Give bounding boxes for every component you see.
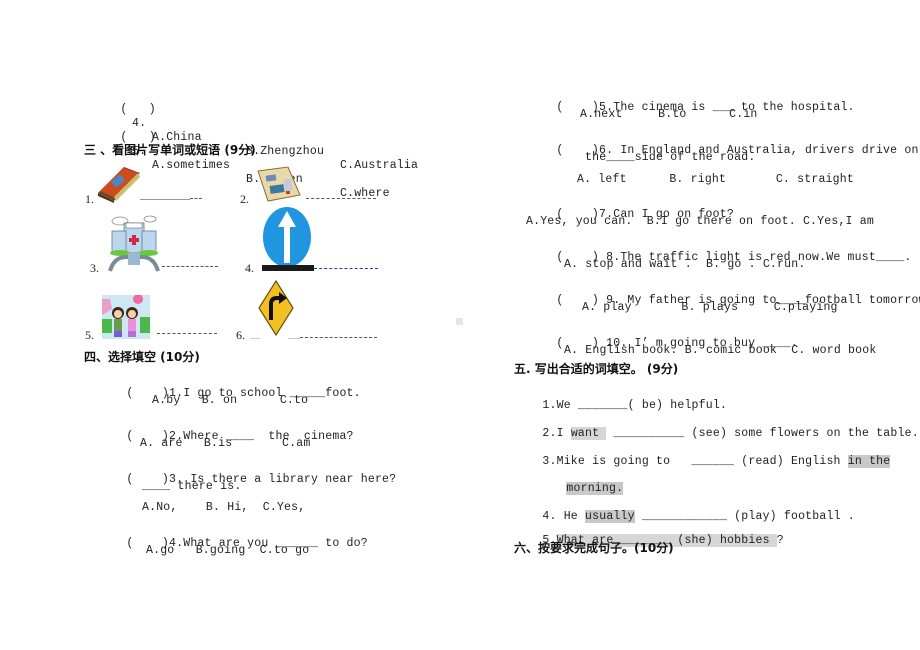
question-6-line2: the____side of the road. [585, 151, 756, 164]
hospital-icon [108, 215, 160, 272]
fill-text: (read) English [734, 455, 848, 468]
section-5-heading: 五. 写出合适的词填空。 (9分) [514, 362, 679, 376]
highlighted-text: want [570, 427, 607, 440]
answer-line-dash [190, 198, 202, 199]
answer-line[interactable] [306, 198, 376, 199]
picture-item-number: 1. [85, 192, 94, 206]
question-2-options: A. are B.is C.am [140, 437, 311, 450]
answer-line[interactable] [140, 199, 190, 200]
section-6-heading: 六、按要求完成句子。(10分) [514, 541, 674, 555]
question-3-line2: ____ there is. [142, 480, 242, 493]
fill-text: 1.We [542, 399, 578, 412]
picture-item-number: 3. [90, 261, 99, 275]
question-8-options: A. stop and wait . B. go . C.run. [564, 258, 806, 271]
answer-paren[interactable]: ( ) [120, 103, 156, 116]
fill-text: 2.I [542, 427, 571, 440]
fill-text: ( be) helpful. [627, 399, 728, 412]
book-icon [98, 167, 140, 203]
fill-blank[interactable]: _______ [578, 399, 628, 412]
answer-line[interactable] [162, 266, 218, 267]
children-walking-icon [102, 295, 150, 339]
question-3-options: A.No, B. Hi, C.Yes, [142, 501, 306, 514]
answer-line[interactable] [157, 333, 217, 334]
faint-line [250, 338, 260, 339]
question-9-options: A. play B. plays C.playing [582, 301, 838, 314]
picture-item-number: 2. [240, 192, 249, 206]
section-3-heading: 三 、看图片写单词或短语 (9分) [84, 143, 256, 157]
question-6-options: A. left B. right C. straight [577, 173, 854, 186]
answer-line[interactable] [300, 337, 377, 338]
fill-blank[interactable]: __________ [613, 427, 684, 440]
question-5-options: A.next B.to C.in [580, 108, 758, 121]
option-b: B.Zhengzhou [246, 145, 325, 158]
highlighted-text: morning. [566, 482, 624, 495]
question-4-options: A.go B.going C.to go [146, 544, 310, 557]
question-1-options: A.by B. on C.to [152, 394, 309, 407]
highlighted-text: in the [847, 455, 891, 468]
answer-line[interactable] [314, 268, 378, 269]
section-4-heading: 四、选择填空 (10分) [84, 350, 200, 364]
option-a: A.sometimes [152, 159, 231, 172]
picture-item-number: 6. [236, 328, 245, 342]
picture-item-number: 4. [245, 261, 254, 275]
option-c: C.Australia [340, 159, 419, 172]
highlighted-text: (she) hobbies [670, 534, 777, 547]
question-7-options: A.Yes, you can. B.I go there on foot. C.… [526, 215, 874, 228]
fill-text: (see) some flowers on the table. [684, 427, 919, 440]
fill-text: 3.Mike is going to [542, 455, 692, 468]
page-marker [456, 318, 463, 325]
turn-right-sign-icon [258, 280, 294, 337]
question-10-options: A. English book. B. comic book C. word b… [564, 344, 877, 357]
fill-text: ? [776, 534, 784, 547]
go-straight-sign-icon [262, 207, 314, 271]
fill-blank[interactable]: ______ [692, 455, 735, 468]
faint-line [288, 338, 300, 339]
newspaper-icon [257, 166, 301, 202]
picture-item-number: 5. [85, 328, 94, 342]
